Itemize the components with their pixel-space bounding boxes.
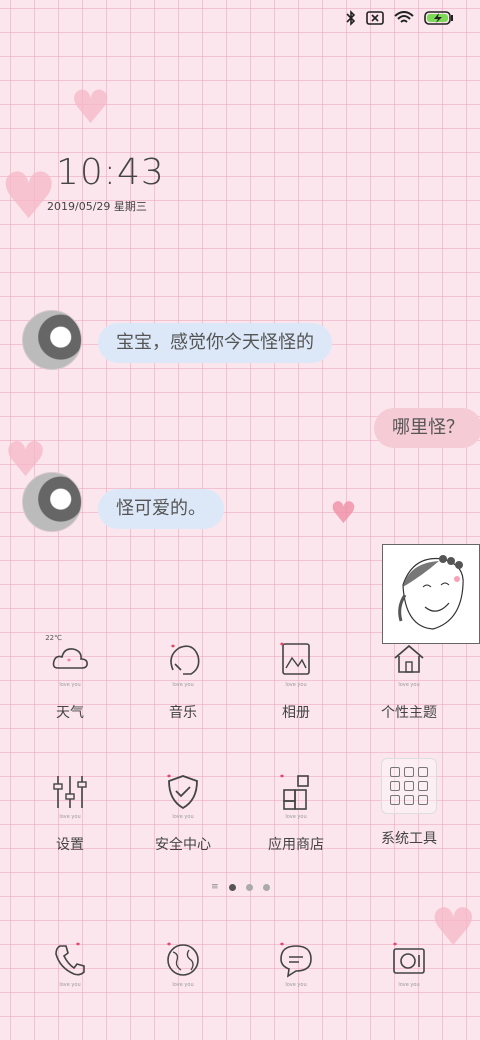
status-bar: [346, 10, 454, 26]
camera-icon: [393, 942, 425, 974]
app-themes[interactable]: love you 个性主题: [353, 640, 465, 722]
app-music[interactable]: love you 音乐: [127, 640, 239, 722]
app-label: 设置: [56, 837, 84, 853]
dock-camera[interactable]: love you: [353, 940, 465, 988]
love-you-tag: love you: [172, 982, 194, 988]
app-label: 系统工具: [381, 831, 437, 847]
app-security[interactable]: love you 安全中心: [127, 772, 239, 854]
sliders-icon: [53, 776, 87, 808]
battery-charging-icon: [424, 11, 453, 25]
bluetooth-icon: [346, 10, 356, 26]
dock-messages[interactable]: love you: [240, 940, 352, 988]
love-you-tag: love you: [59, 682, 81, 688]
avatar: [22, 310, 82, 370]
page-dot: [262, 883, 270, 891]
shield-icon: [167, 774, 198, 810]
love-you-tag: love you: [59, 982, 81, 988]
girl-sticker-image[interactable]: [382, 544, 480, 644]
app-blocks-icon: [280, 774, 309, 810]
app-system-tools[interactable]: 系统工具: [353, 758, 465, 848]
weather-temperature: 22℃: [45, 634, 62, 642]
love-you-tag: love you: [398, 682, 420, 688]
heart-decoration: ♥: [0, 160, 58, 234]
heart-decoration: ♥: [330, 496, 357, 531]
dock-phone[interactable]: love you: [14, 940, 126, 988]
headphones-icon: [170, 644, 200, 675]
app-store[interactable]: love you 应用商店: [240, 772, 352, 854]
phone-icon: [55, 942, 85, 976]
app-weather[interactable]: 22℃ love you 天气: [14, 634, 126, 722]
tools-folder-icon: [381, 758, 437, 814]
clock-date[interactable]: 2019/05/29 星期三: [47, 198, 147, 214]
app-label: 天气: [56, 705, 84, 721]
app-label: 应用商店: [268, 837, 324, 853]
chat-bubble: 宝宝，感觉你今天怪怪的: [98, 323, 332, 363]
love-you-tag: love you: [285, 814, 307, 820]
love-you-tag: love you: [172, 814, 194, 820]
app-label: 个性主题: [381, 705, 437, 721]
menu-lines-icon: ≡: [211, 882, 219, 892]
no-sim-icon: [366, 11, 384, 25]
love-you-tag: love you: [285, 982, 307, 988]
dock-browser[interactable]: love you: [127, 940, 239, 988]
chat-bubble: 哪里怪？: [374, 408, 480, 448]
love-you-tag: love you: [172, 682, 194, 688]
avatar: [22, 472, 82, 532]
wifi-icon: [394, 11, 414, 23]
chat-bubble: 怪可爱的。: [98, 489, 224, 529]
page-indicator[interactable]: ≡: [211, 882, 270, 892]
app-settings[interactable]: love you 设置: [14, 772, 126, 854]
app-label: 相册: [282, 705, 310, 721]
love-you-tag: love you: [59, 814, 81, 820]
clock-time[interactable]: 10:43: [56, 152, 165, 193]
love-you-tag: love you: [285, 682, 307, 688]
heart-decoration: ♥: [70, 80, 112, 134]
app-label: 音乐: [169, 705, 197, 721]
app-label: 安全中心: [155, 837, 211, 853]
page-dot: [245, 883, 253, 891]
page-dot-active: [228, 883, 236, 891]
globe-icon: [167, 942, 199, 976]
cloud-icon: [52, 648, 88, 669]
home-icon: [394, 644, 424, 673]
girl-drawing-icon: [398, 555, 464, 630]
app-gallery[interactable]: love you 相册: [240, 640, 352, 722]
photo-icon: [280, 642, 310, 675]
love-you-tag: love you: [398, 982, 420, 988]
chat-bubble-icon: [280, 942, 312, 978]
